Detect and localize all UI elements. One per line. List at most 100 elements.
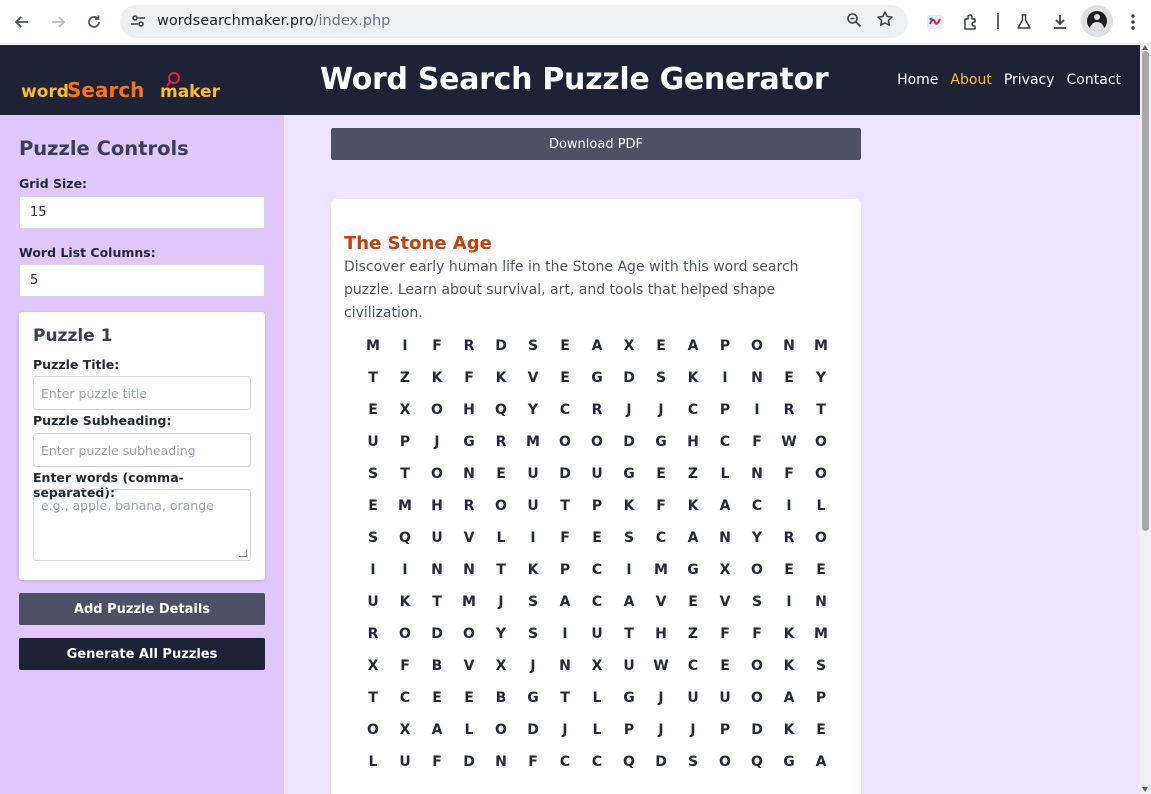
grid-cell: U	[399, 754, 411, 770]
grid-cell: V	[463, 658, 475, 674]
download-pdf-button[interactable]: Download PDF	[331, 128, 861, 160]
grid-cell: Q	[495, 402, 507, 418]
grid-cell: D	[623, 434, 635, 450]
grid-cell: I	[722, 370, 728, 386]
grid-cell: N	[431, 562, 443, 578]
grid-cell: O	[367, 722, 379, 738]
grid-cell: C	[591, 562, 603, 578]
grid-cell: O	[559, 434, 571, 450]
grid-cell: C	[687, 402, 699, 418]
grid-cell: K	[783, 658, 795, 674]
generate-all-puzzles-button[interactable]: Generate All Puzzles	[19, 638, 265, 670]
grid-cell: C	[687, 658, 699, 674]
zoom-icon[interactable]	[846, 12, 862, 32]
grid-cell: L	[816, 498, 826, 514]
scroll-down-icon[interactable]	[1142, 787, 1148, 792]
grid-cell: U	[591, 626, 603, 642]
grid-cell: J	[626, 402, 632, 418]
grid-cell: L	[592, 690, 602, 706]
grid-cell: P	[719, 402, 731, 418]
grid-cell: O	[751, 690, 763, 706]
address-bar[interactable]: wordsearchmaker.pro/index.php	[120, 5, 908, 38]
grid-cell: F	[752, 434, 762, 450]
svg-text:Search: Search	[67, 78, 144, 102]
grid-cell: O	[431, 402, 443, 418]
grid-cell: N	[559, 658, 571, 674]
word-list-columns-input[interactable]: 5	[19, 264, 265, 297]
grid-cell: J	[690, 722, 696, 738]
puzzle-title-input[interactable]: Enter puzzle title	[33, 376, 251, 410]
words-placeholder: e.g., apple, banana, orange	[41, 498, 214, 513]
grid-cell: E	[496, 466, 506, 482]
grid-cell: F	[784, 466, 794, 482]
scrollbar-thumb[interactable]	[1142, 51, 1149, 531]
grid-cell: U	[527, 466, 539, 482]
grid-cell: M	[526, 434, 540, 450]
grid-cell: O	[495, 722, 507, 738]
grid-size-input[interactable]: 15	[19, 196, 265, 229]
grid-cell: J	[658, 402, 664, 418]
nav-about[interactable]: About	[950, 72, 991, 88]
grid-cell: T	[496, 562, 506, 578]
forward-button[interactable]	[45, 9, 71, 35]
extensions-puzzle-icon[interactable]	[958, 9, 984, 35]
grid-cell: O	[815, 530, 827, 546]
site-settings-icon[interactable]	[128, 11, 148, 31]
back-button[interactable]	[9, 9, 35, 35]
grid-cell: S	[687, 754, 699, 770]
grid-cell: O	[431, 466, 443, 482]
grid-cell: J	[434, 434, 440, 450]
puzzle-subheading-input[interactable]: Enter puzzle subheading	[33, 433, 251, 467]
kebab-menu-icon[interactable]	[1120, 9, 1146, 35]
puzzle-controls-sidebar: Puzzle Controls Grid Size: 15 Word List …	[0, 115, 284, 794]
grid-cell: Y	[815, 370, 827, 386]
nav-contact[interactable]: Contact	[1067, 72, 1121, 88]
grid-cell: I	[786, 594, 792, 610]
scroll-up-icon[interactable]	[1142, 45, 1148, 50]
grid-cell: S	[367, 530, 379, 546]
grid-row: UKTMJSACAVEVSIN	[357, 586, 837, 618]
grid-cell: C	[751, 498, 763, 514]
extension-icon[interactable]	[922, 9, 948, 35]
grid-row: STONEUDUGEZLNFO	[357, 458, 837, 490]
grid-cell: N	[815, 594, 827, 610]
grid-cell: P	[591, 498, 603, 514]
profile-avatar[interactable]	[1081, 5, 1113, 37]
puzzle-title-label: Puzzle Title:	[33, 357, 120, 372]
grid-cell: O	[719, 754, 731, 770]
grid-cell: C	[399, 690, 411, 706]
reload-button[interactable]	[81, 9, 107, 35]
nav-privacy[interactable]: Privacy	[1004, 72, 1055, 88]
grid-cell: O	[815, 466, 827, 482]
grid-cell: F	[464, 370, 474, 386]
grid-cell: P	[559, 562, 571, 578]
resize-grip-icon[interactable]	[239, 549, 247, 557]
main-nav: Home About Privacy Contact	[897, 72, 1121, 88]
grid-cell: T	[368, 690, 378, 706]
grid-cell: A	[815, 754, 827, 770]
labs-flask-icon[interactable]	[1011, 9, 1037, 35]
words-textarea[interactable]: e.g., apple, banana, orange	[33, 489, 251, 561]
grid-cell: E	[592, 530, 602, 546]
grid-cell: J	[530, 658, 536, 674]
page-scrollbar[interactable]	[1140, 45, 1151, 794]
grid-cell: N	[751, 370, 763, 386]
puzzle-card-title: Puzzle 1	[33, 326, 113, 346]
grid-cell: O	[495, 498, 507, 514]
wordsearchmaker-logo[interactable]: word Search maker	[21, 70, 235, 106]
download-icon[interactable]	[1047, 9, 1073, 35]
grid-cell: C	[591, 754, 603, 770]
grid-cell: E	[656, 338, 666, 354]
puzzle-preview-card: The Stone Age Discover early human life …	[331, 199, 861, 794]
grid-cell: T	[560, 498, 570, 514]
grid-cell: C	[559, 754, 571, 770]
grid-cell: I	[626, 562, 632, 578]
grid-cell: E	[560, 338, 570, 354]
add-puzzle-details-button[interactable]: Add Puzzle Details	[19, 593, 265, 625]
bookmark-star-icon[interactable]	[876, 10, 894, 33]
grid-cell: G	[783, 754, 795, 770]
grid-cell: U	[687, 690, 699, 706]
grid-cell: T	[368, 370, 378, 386]
grid-cell: K	[623, 498, 635, 514]
nav-home[interactable]: Home	[897, 72, 938, 88]
